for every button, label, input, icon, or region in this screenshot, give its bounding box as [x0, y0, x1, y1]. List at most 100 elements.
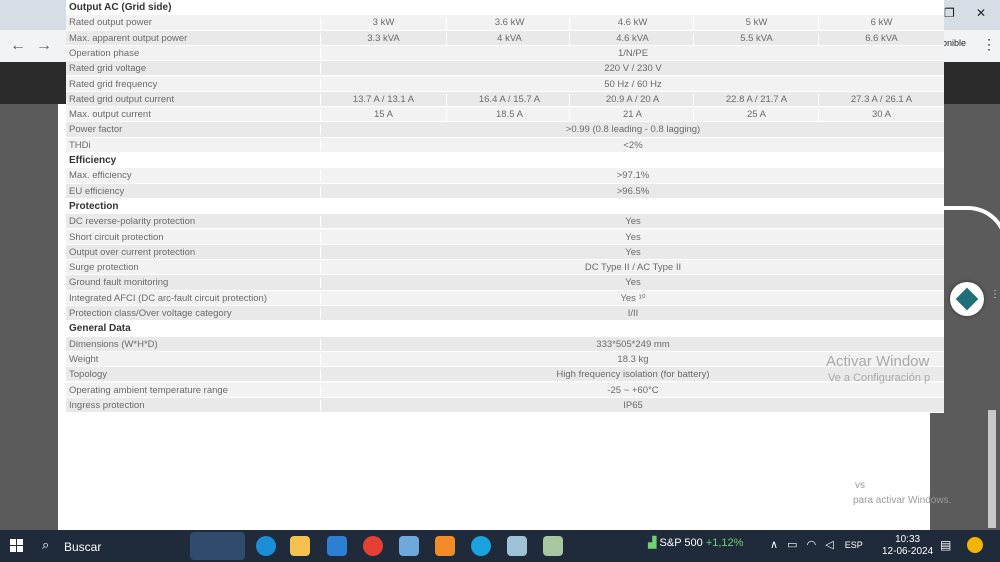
clock-date: 12-06-2024 [882, 546, 934, 557]
row-label: Topology [69, 369, 108, 381]
row-cell: 16.4 A / 15.7 A [446, 93, 572, 107]
language-indicator[interactable]: ESP [845, 540, 863, 550]
restore-icon[interactable]: ❐ [944, 6, 955, 20]
taskbar-search-label: Buscar [64, 540, 102, 554]
edge-icon[interactable] [256, 536, 276, 556]
drag-handle-icon[interactable]: ⋮⋮ [990, 290, 1000, 300]
stock-change: +1,12% [705, 537, 744, 549]
row-label: General Data [69, 323, 131, 335]
app3-icon[interactable] [543, 536, 563, 556]
row-value: 1/N/PE [320, 47, 945, 59]
row-label: Max. apparent output power [69, 32, 188, 44]
system-tray[interactable]: ∧ ▭ ◠ ◁ ESP [770, 538, 863, 551]
table-row: Surge protection DC Type II / AC Type II [66, 260, 944, 276]
row-label: Rated output power [69, 17, 152, 29]
row-cell: 5 kW [693, 17, 819, 31]
table-row: Weight 18.3 kg [66, 351, 944, 368]
chrome-icon[interactable] [363, 536, 383, 556]
row-label: Ground fault monitoring [69, 277, 169, 289]
start-button[interactable] [10, 539, 24, 553]
row-cell: 6 kW [818, 17, 944, 31]
row-cell: 6.6 kVA [818, 32, 944, 46]
row-label: Operation phase [69, 47, 140, 59]
clock-time: 10:33 [895, 534, 921, 545]
row-cell: 3.3 kVA [320, 32, 446, 46]
app-icon[interactable] [399, 536, 419, 556]
skype-icon[interactable] [471, 536, 491, 556]
row-value: 220 V / 230 V [320, 63, 945, 75]
clock[interactable]: 10:33 12-06-2024 [882, 534, 933, 558]
row-label: Integrated AFCI (DC arc-fault circuit pr… [69, 292, 267, 304]
row-cell: 25 A [693, 109, 819, 123]
row-cell: 27.3 A / 26.1 A [818, 93, 944, 107]
table-row: Power factor >0.99 (0.8 leading - 0.8 lag… [66, 122, 945, 138]
row-cell: 4.6 kW [569, 17, 695, 31]
row-value: >0.99 (0.8 leading - 0.8 lagging) [320, 124, 945, 136]
table-row: Output over current protection Yes [66, 244, 944, 261]
viewer-margin-left [0, 104, 58, 530]
row-label: Dimensions (W*H*D) [69, 338, 158, 350]
taskbar-search[interactable]: ⌕ Buscar [36, 534, 186, 558]
stock-widget[interactable]: ▟ S&P 500 +1,12% [648, 536, 743, 549]
row-cell: 4 kVA [446, 32, 572, 46]
row-label: Output over current protection [69, 246, 196, 258]
mail-icon[interactable] [327, 536, 347, 556]
update-available-label[interactable]: onible [942, 38, 966, 48]
forward-icon[interactable]: → [36, 37, 52, 55]
row-cell: 3 kW [320, 17, 446, 31]
scrollbar[interactable] [988, 410, 996, 528]
row-label: Short circuit protection [69, 231, 164, 243]
row-cell: 21 A [569, 109, 695, 123]
row-value: >96.5% [320, 185, 945, 197]
table-row: Operating ambient temperature range -25 ~… [66, 382, 945, 398]
row-value: -25 ~ +60°C [320, 384, 945, 396]
app2-icon[interactable] [507, 536, 527, 556]
row-value: Yes [320, 277, 945, 289]
file-explorer-icon[interactable] [290, 536, 310, 556]
taskbar: ⌕ Buscar ▟ S&P 500 +1,12% ∧ ▭ ◠ ◁ ESP 10… [0, 530, 1000, 562]
office-icon[interactable] [435, 536, 455, 556]
section-header: Protection [66, 198, 944, 215]
chevron-up-icon[interactable]: ∧ [770, 539, 778, 551]
close-icon[interactable]: ✕ [976, 6, 986, 20]
table-row: Operation phase 1/N/PE [66, 45, 945, 62]
row-value: Yes [320, 216, 945, 228]
table-row: Ground fault monitoring Yes [66, 275, 945, 291]
table-row: Rated grid frequency 50 Hz / 60 Hz [66, 76, 944, 92]
table-row: Rated grid output current 13.7 A / 13.1 A… [66, 91, 944, 108]
stock-chart-icon: ▟ [648, 537, 657, 549]
row-label: Rated grid voltage [69, 63, 147, 75]
table-row: EU efficiency >96.5% [66, 183, 945, 199]
volume-icon[interactable]: ◁ [825, 539, 833, 551]
table-row: Ingress protection IP65 [66, 397, 945, 414]
row-label: Protection [69, 200, 119, 212]
copilot-button[interactable] [950, 282, 984, 316]
table-row: Max. apparent output power 3.3 kVA 4 kVA 4.… [66, 30, 944, 46]
notification-icon[interactable]: ▤ [940, 538, 951, 552]
row-label: Surge protection [69, 262, 139, 274]
table-row: Max. output current 15 A 18.5 A 21 A 25 A 30 … [66, 107, 944, 123]
row-label: Output AC (Grid side) [69, 2, 172, 13]
row-label: Max. output current [69, 109, 151, 121]
row-cell: 30 A [818, 109, 944, 123]
browser-menu-icon[interactable]: ⋮ [982, 36, 996, 53]
back-icon[interactable]: ← [10, 37, 26, 55]
row-label: Efficiency [69, 155, 117, 166]
widgets-icon[interactable] [190, 532, 245, 560]
row-cell: 5.5 kVA [693, 32, 819, 46]
row-label: THDi [69, 139, 91, 151]
search-icon: ⌕ [42, 537, 50, 552]
row-cell: 15 A [320, 109, 446, 123]
row-label: Max. efficiency [69, 170, 132, 182]
network-icon[interactable]: ▭ [787, 539, 797, 551]
table-row: Dimensions (W*H*D) 333*505*249 mm [66, 336, 944, 352]
row-value: <2% [320, 139, 945, 151]
row-value: Yes ¹⁰ [320, 292, 945, 304]
row-value: IP65 [320, 399, 945, 411]
annotation-stroke [944, 206, 1000, 260]
row-cell: 13.7 A / 13.1 A [320, 93, 446, 107]
row-value: Yes [320, 231, 945, 243]
profile-avatar[interactable] [967, 537, 983, 553]
wifi-icon[interactable]: ◠ [807, 539, 817, 551]
row-cell: 3.6 kW [446, 17, 572, 31]
